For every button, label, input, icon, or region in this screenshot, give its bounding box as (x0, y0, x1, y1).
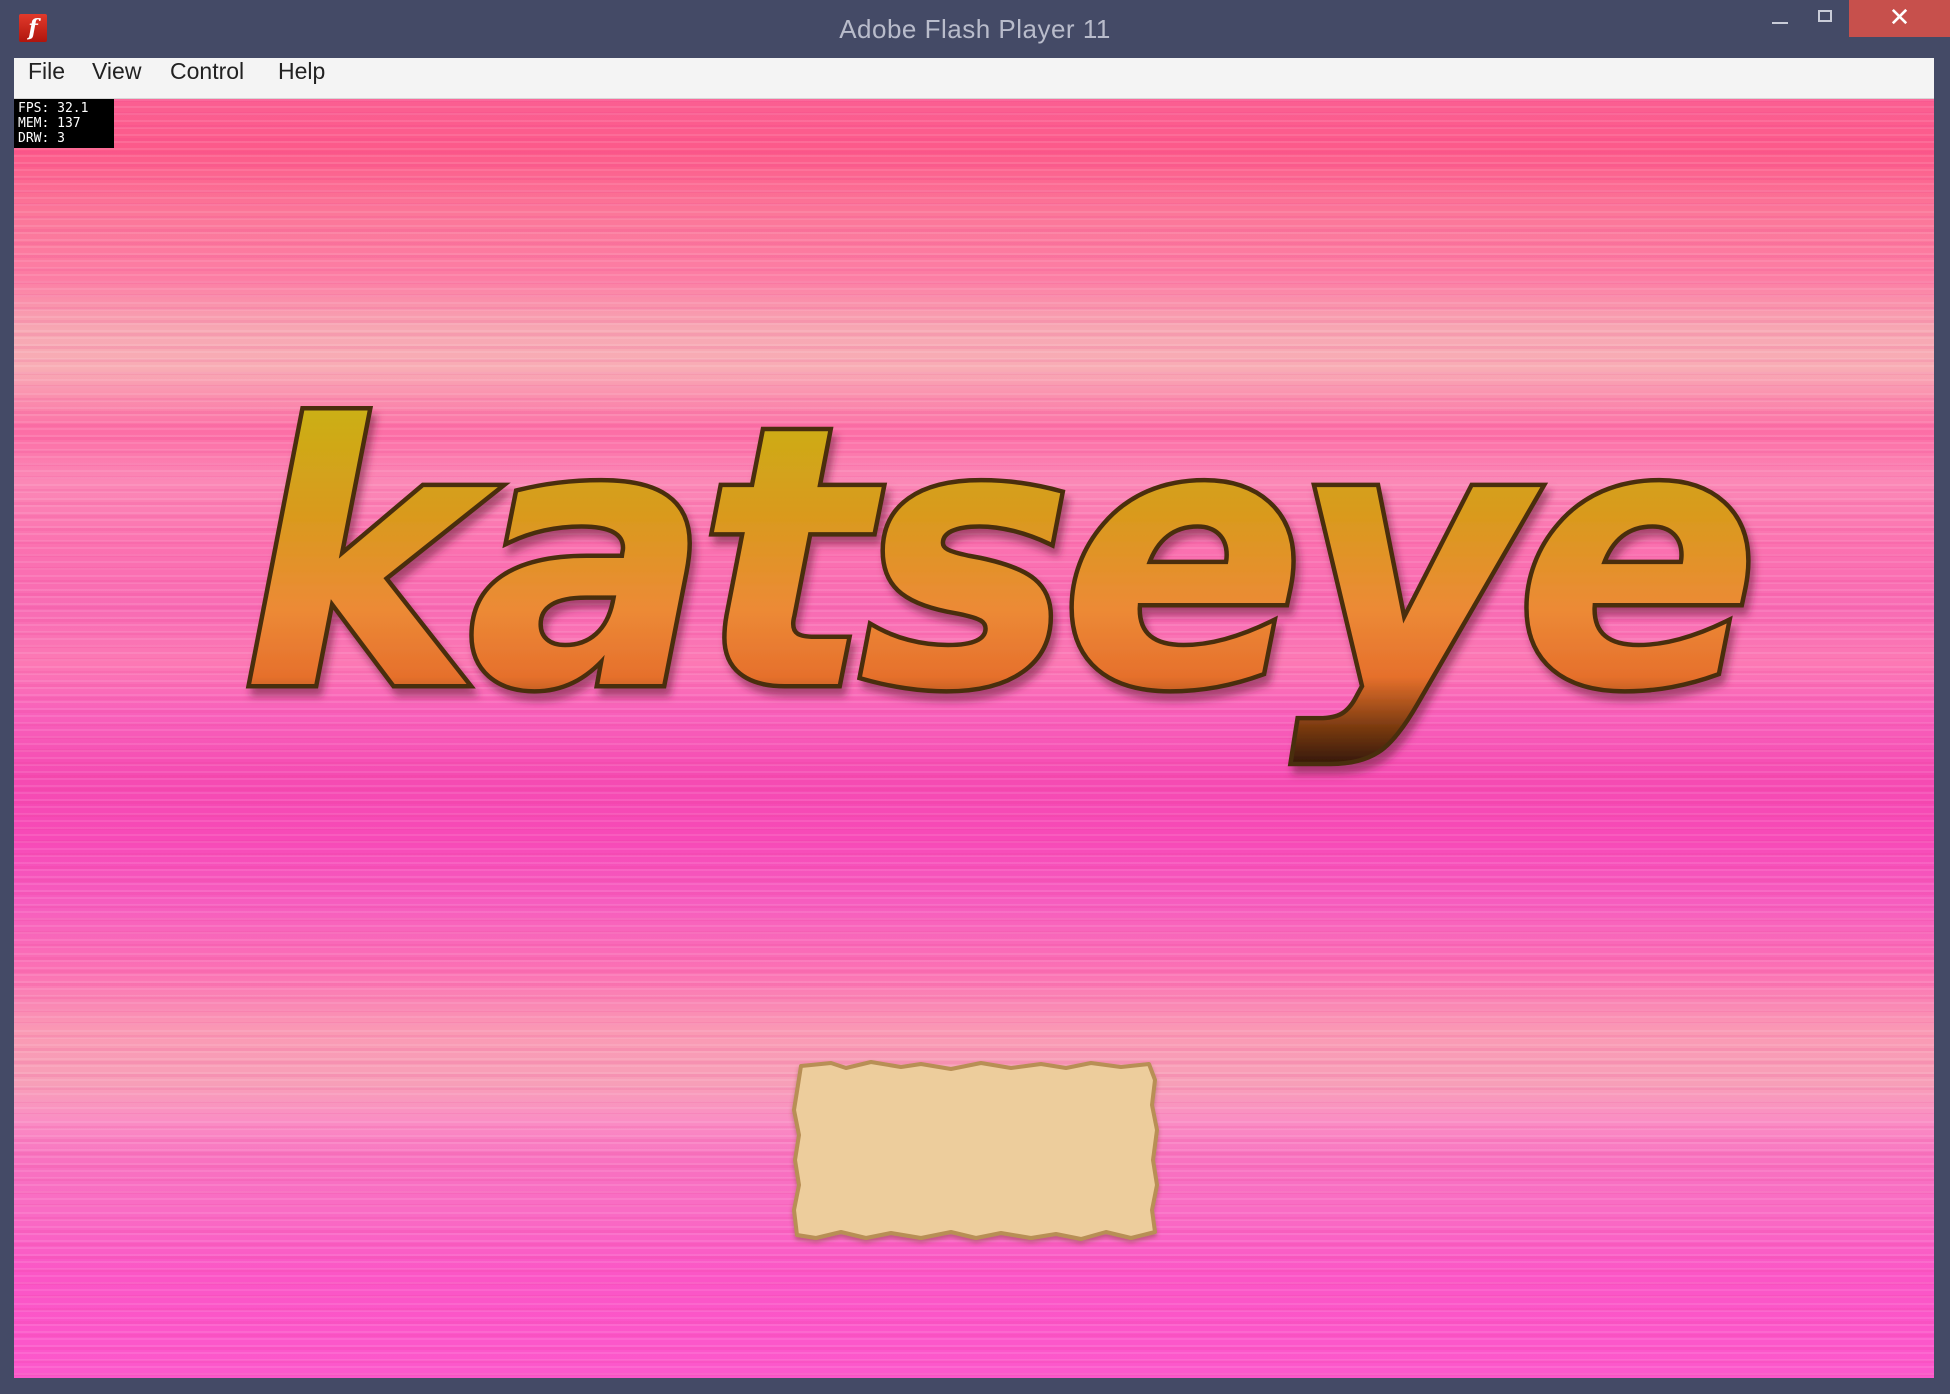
game-stage[interactable]: FPS: 32.1 MEM: 137 DRW: 3 katseye (14, 99, 1934, 1378)
title-bar[interactable]: f Adobe Flash Player 11 ✕ (0, 0, 1950, 58)
menu-control[interactable]: Control (170, 58, 244, 98)
flash-player-window: f Adobe Flash Player 11 ✕ File View Cont… (0, 0, 1950, 1394)
maximize-icon (1818, 10, 1832, 22)
parchment-shape (792, 1060, 1159, 1241)
close-button[interactable]: ✕ (1849, 0, 1950, 37)
mem-readout: MEM: 137 (18, 116, 81, 131)
minimize-icon (1772, 22, 1788, 24)
fps-readout: FPS: 32.1 (18, 101, 89, 116)
menu-file[interactable]: File (28, 58, 65, 98)
minimize-button[interactable] (1754, 0, 1804, 36)
close-icon: ✕ (1888, 3, 1911, 33)
window-title: Adobe Flash Player 11 (839, 14, 1111, 44)
parchment-button[interactable] (791, 1060, 1161, 1242)
menu-help[interactable]: Help (278, 58, 325, 98)
draw-count-readout: DRW: 3 (18, 131, 65, 146)
menu-bar: File View Control Help (14, 58, 1934, 99)
maximize-button[interactable] (1804, 0, 1846, 36)
logo-text: katseye (240, 350, 1748, 769)
stats-overlay: FPS: 32.1 MEM: 137 DRW: 3 (14, 99, 114, 148)
game-logo: katseye (236, 346, 1765, 774)
menu-view[interactable]: View (92, 58, 141, 98)
